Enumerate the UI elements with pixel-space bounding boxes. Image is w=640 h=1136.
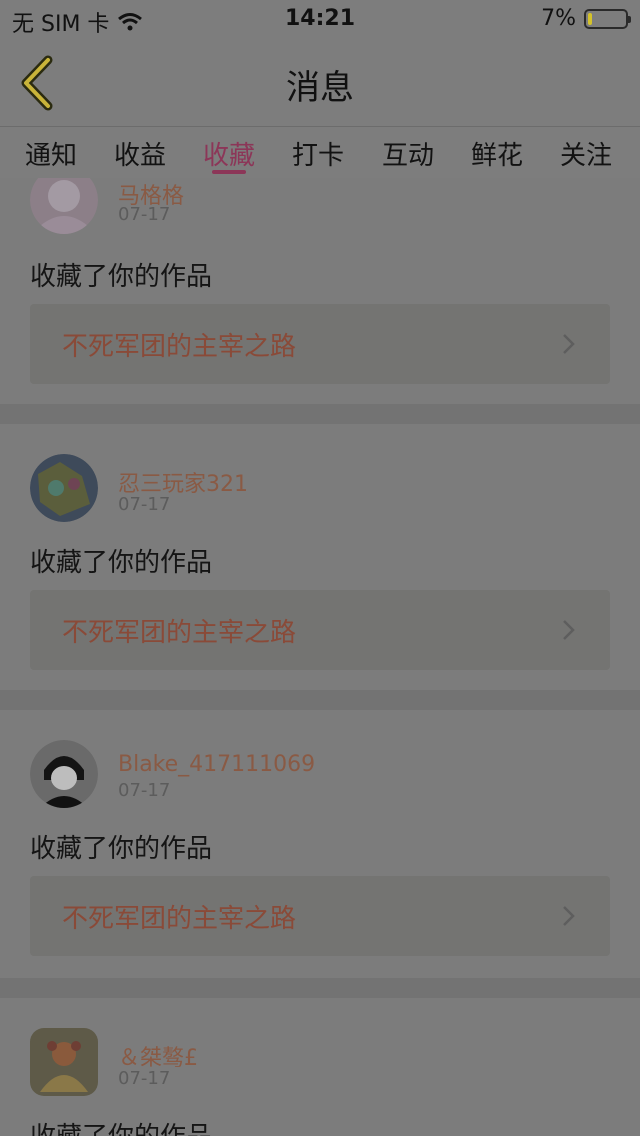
divider [0,978,640,998]
work-title: 不死军团的主宰之路 [62,332,297,362]
battery-percent: 7% [541,6,576,31]
status-right: 7% [541,6,631,31]
tab-flowers[interactable]: 鲜花 [462,135,532,172]
tab-favorites[interactable]: 收藏 [194,135,264,172]
action-text: 收藏了你的作品 [30,834,213,864]
tab-bar: 通知 收益 收藏 打卡 互动 鲜花 关注 [0,126,640,179]
divider [0,404,640,424]
action-text: 收藏了你的作品 [30,262,213,292]
tab-notifications[interactable]: 通知 [16,135,86,172]
chevron-right-icon [563,620,575,640]
work-link[interactable]: 不死军团的主宰之路 [30,590,610,670]
chevron-right-icon [563,906,575,926]
tab-checkin[interactable]: 打卡 [283,135,353,172]
avatar[interactable] [30,1028,98,1096]
list-item: 马格格 07-17 收藏了你的作品 不死军团的主宰之路 [0,178,640,404]
date: 07-17 [118,204,171,225]
avatar[interactable] [30,740,98,808]
chevron-right-icon [563,334,575,354]
work-link[interactable]: 不死军团的主宰之路 [30,304,610,384]
date: 07-17 [118,780,171,801]
status-bar: 无 SIM 卡 14:21 7% [0,0,640,40]
active-tab-indicator [212,170,246,174]
nav-bar: 消息 [0,40,640,126]
avatar[interactable] [30,454,98,522]
action-text: 收藏了你的作品 [30,1116,212,1136]
avatar[interactable] [30,178,98,234]
work-title: 不死军团的主宰之路 [62,618,297,648]
work-title: 不死军团的主宰之路 [62,904,297,934]
tab-earnings[interactable]: 收益 [105,135,175,172]
back-arrow-icon [21,55,53,111]
list-item: Blake_417111069 07-17 收藏了你的作品 不死军团的主宰之路 [0,710,640,978]
page-title: 消息 [286,68,354,108]
username[interactable]: Blake_417111069 [118,752,315,777]
date: 07-17 [118,494,171,515]
tab-follow[interactable]: 关注 [551,135,621,172]
message-feed[interactable]: 马格格 07-17 收藏了你的作品 不死军团的主宰之路 忍三玩家321 07-1… [0,178,640,1136]
date: 07-17 [118,1068,171,1089]
work-link[interactable]: 不死军团的主宰之路 [30,876,610,956]
action-text: 收藏了你的作品 [30,548,213,578]
battery-level [588,12,592,25]
battery-icon [584,8,631,29]
list-item: ＆桀骜£ 07-17 收藏了你的作品 [0,998,640,1136]
divider [0,690,640,710]
tab-interaction[interactable]: 互动 [373,135,443,172]
back-button[interactable] [14,54,64,112]
list-item: 忍三玩家321 07-17 收藏了你的作品 不死军团的主宰之路 [0,424,640,690]
